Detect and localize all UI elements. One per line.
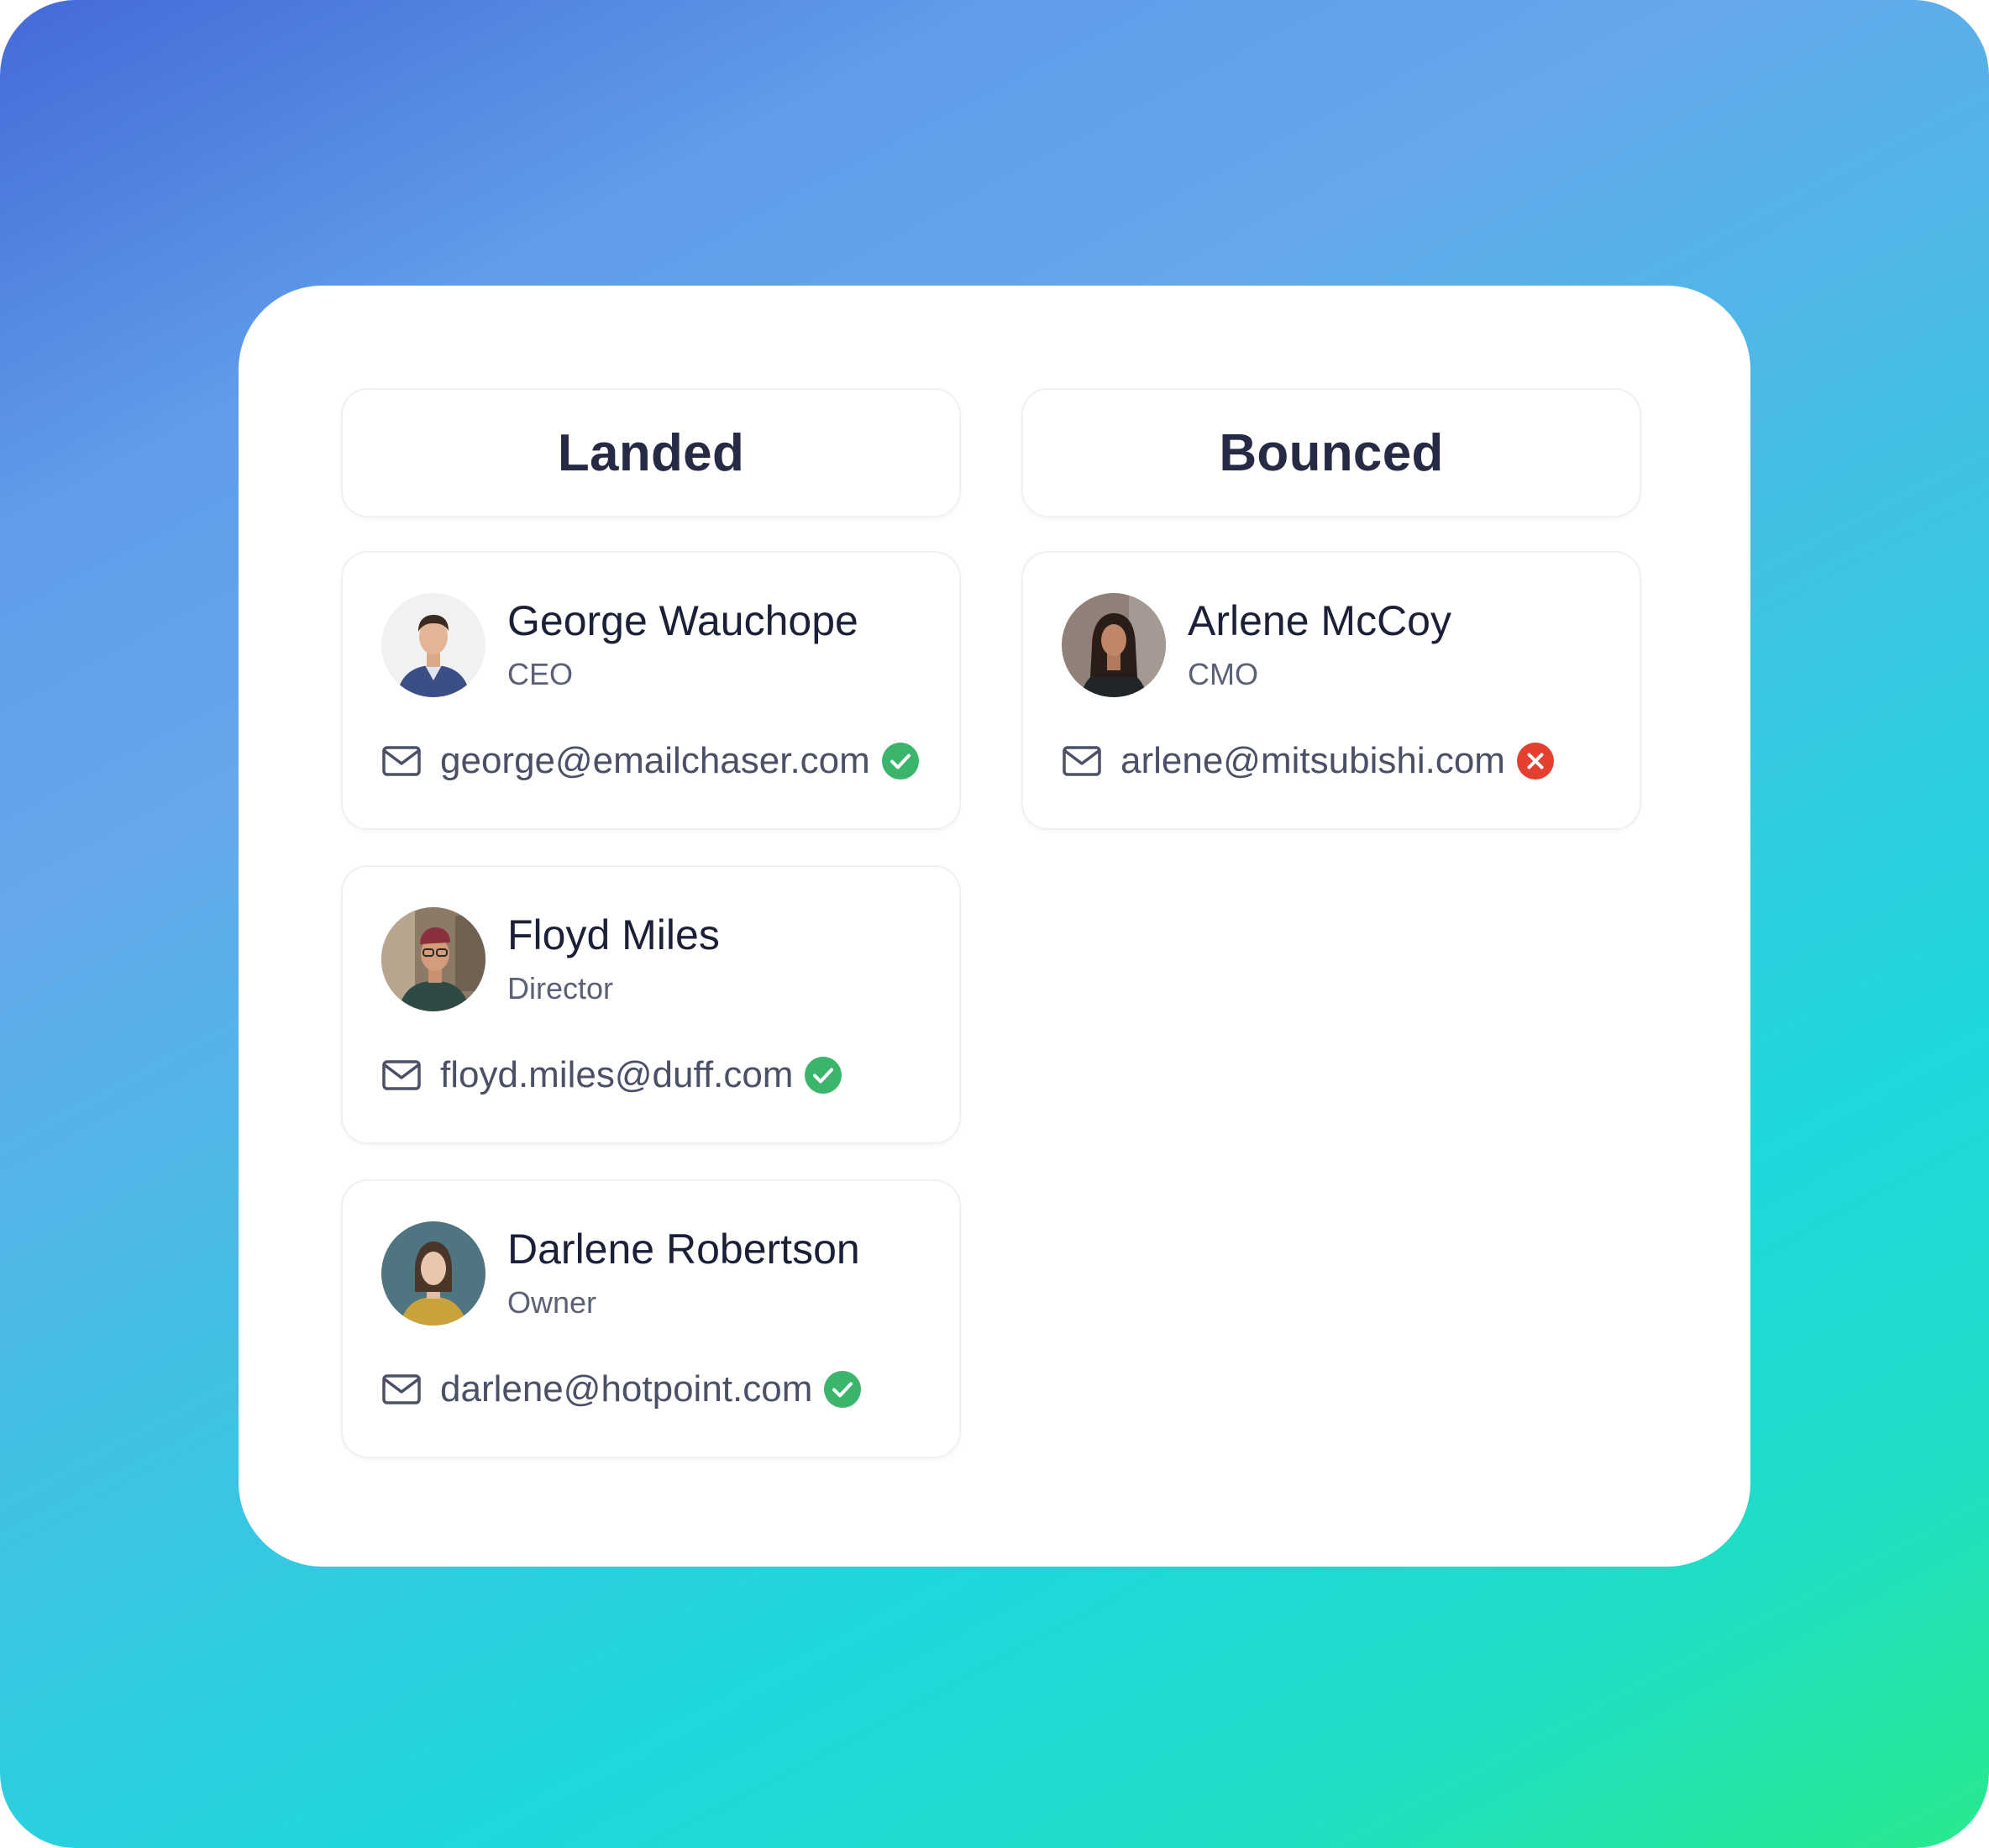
avatar: [381, 1221, 485, 1326]
email-row: floyd.miles@duff.com: [381, 1050, 842, 1100]
background-frame: Landed Bounced George Wauchope CEO georg…: [0, 0, 1989, 1848]
contact-name: George Wauchope: [507, 597, 858, 644]
contact-name: Arlene McCoy: [1188, 597, 1451, 644]
check-circle-icon: [824, 1371, 862, 1408]
mail-icon: [382, 746, 421, 776]
contact-name: Floyd Miles: [507, 911, 720, 958]
contact-card[interactable]: Arlene McCoy CMO arlene@mitsubishi.com: [1021, 551, 1641, 830]
avatar-photo-icon: [381, 907, 485, 1011]
avatar: [381, 907, 485, 1011]
column-header-landed: Landed: [341, 388, 961, 517]
email-row: darlene@hotpoint.com: [381, 1364, 862, 1415]
avatar-photo-icon: [1062, 593, 1166, 697]
contact-role: Owner: [507, 1285, 597, 1320]
column-title: Landed: [557, 423, 745, 482]
avatar: [381, 593, 485, 697]
email-row: george@emailchaser.com: [381, 736, 919, 786]
email-row: arlene@mitsubishi.com: [1062, 736, 1554, 786]
contact-name: Darlene Robertson: [507, 1226, 860, 1273]
contact-card[interactable]: Floyd Miles Director floyd.miles@duff.co…: [341, 865, 961, 1144]
avatar: [1062, 593, 1166, 697]
check-circle-icon: [881, 743, 919, 780]
contact-role: Director: [507, 971, 614, 1005]
column-title: Bounced: [1219, 423, 1444, 482]
contact-card[interactable]: George Wauchope CEO george@emailchaser.c…: [341, 551, 961, 830]
contact-role: CEO: [507, 657, 574, 691]
contact-email[interactable]: darlene@hotpoint.com: [440, 1368, 812, 1410]
avatar-photo-icon: [381, 1221, 485, 1326]
column-header-bounced: Bounced: [1021, 388, 1641, 517]
mail-icon: [382, 1374, 421, 1404]
mail-icon: [1063, 746, 1101, 776]
contact-card[interactable]: Darlene Robertson Owner darlene@hotpoint…: [341, 1179, 961, 1458]
avatar-photo-icon: [381, 593, 485, 697]
check-circle-icon: [805, 1057, 842, 1094]
contact-role: CMO: [1188, 657, 1258, 691]
board-panel: Landed Bounced George Wauchope CEO georg…: [239, 286, 1750, 1567]
mail-icon: [382, 1060, 421, 1090]
contact-email[interactable]: george@emailchaser.com: [440, 740, 870, 782]
x-circle-icon: [1516, 743, 1554, 780]
contact-email[interactable]: floyd.miles@duff.com: [440, 1054, 793, 1096]
contact-email[interactable]: arlene@mitsubishi.com: [1120, 740, 1505, 782]
